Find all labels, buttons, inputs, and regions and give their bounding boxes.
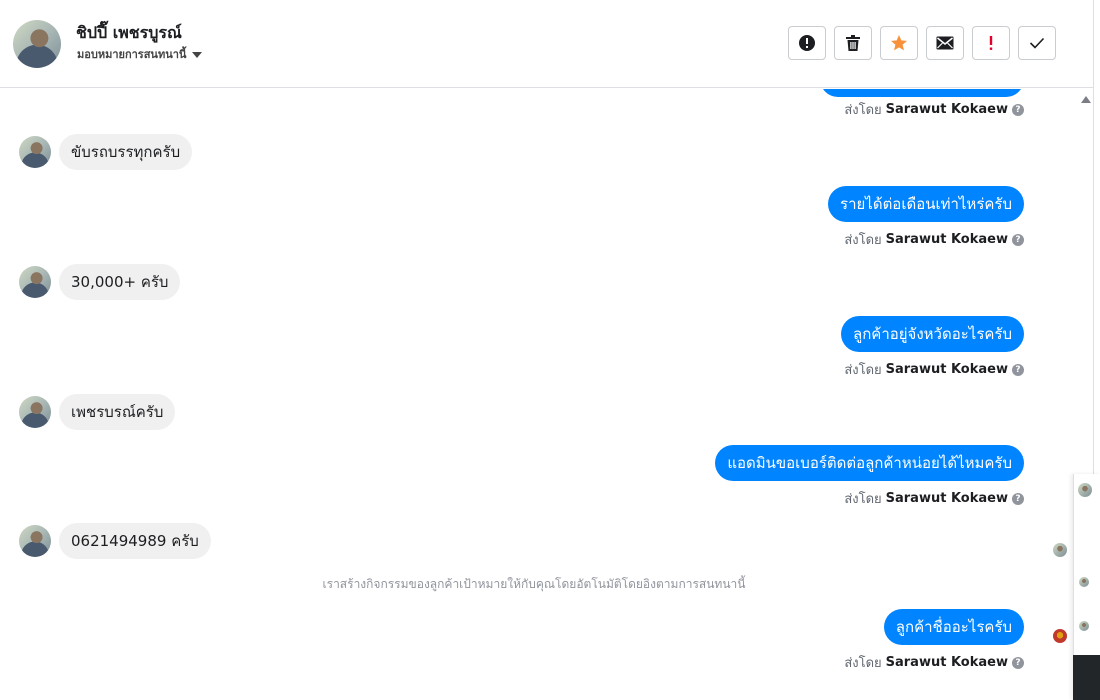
conversation-avatar[interactable] — [1078, 483, 1092, 497]
side-panel-footer — [1073, 655, 1100, 700]
seen-indicator-avatar — [1053, 543, 1067, 557]
chevron-down-icon — [192, 52, 203, 58]
agent-name: Sarawut Kokaew — [885, 362, 1008, 377]
star-button[interactable] — [880, 26, 918, 60]
contact-avatar-small — [19, 266, 51, 298]
contact-avatar-small — [19, 525, 51, 557]
sent-by-label: ส่งโดย Sarawut Kokaew ? — [844, 359, 1024, 380]
sent-by-prefix: ส่งโดย — [844, 233, 882, 248]
exclamation-icon — [989, 36, 993, 50]
message-bubble-incoming[interactable]: ขับรถบรรทุกครับ — [59, 134, 193, 170]
exclamation-circle-icon — [799, 35, 815, 51]
message-bubble-outgoing[interactable]: รายได้ต่อเดือนเท่าไหร่ครับ — [828, 186, 1024, 222]
message-bubble-outgoing[interactable]: ลูกค้าอยู่จังหวัดอะไรครับ — [841, 316, 1024, 352]
agent-name: Sarawut Kokaew — [885, 232, 1008, 247]
mark-done-button[interactable] — [1018, 26, 1056, 60]
conversation-avatar[interactable] — [1079, 621, 1089, 631]
follow-up-button[interactable] — [972, 26, 1010, 60]
agent-name: Sarawut Kokaew — [885, 655, 1008, 670]
scroll-up-arrow-icon[interactable] — [1081, 96, 1091, 103]
help-icon[interactable]: ? — [1012, 103, 1024, 116]
assign-label: มอบหมายการสนทนานี้ — [77, 48, 187, 61]
sent-by-label: ส่งโดย Sarawut Kokaew ? — [844, 652, 1024, 673]
message-bubble-incoming[interactable]: 0621494989 ครับ — [59, 523, 211, 559]
message-row-incoming: 30,000+ ครับ — [19, 264, 181, 300]
sent-by-prefix: ส่งโดย — [844, 656, 882, 671]
sent-by-prefix: ส่งโดย — [844, 103, 882, 118]
message-bubble-incoming[interactable]: เพชรบรณ์ครับ — [59, 394, 176, 430]
contact-avatar-small — [19, 396, 51, 428]
sent-by-prefix: ส่งโดย — [844, 492, 882, 507]
delete-button[interactable] — [834, 26, 872, 60]
star-icon — [891, 35, 907, 51]
message-bubble-outgoing[interactable]: แอดมินขอเบอร์ติดต่อลูกค้าหน่อยได้ไหมครับ — [715, 445, 1024, 481]
help-icon[interactable]: ? — [1012, 656, 1024, 669]
message-bubble-outgoing[interactable] — [820, 89, 1024, 97]
sent-by-label: ส่งโดย Sarawut Kokaew ? — [844, 99, 1024, 120]
agent-name: Sarawut Kokaew — [885, 102, 1008, 117]
conversation-toolbar — [788, 26, 1056, 60]
contact-avatar[interactable] — [13, 20, 61, 68]
agent-name: Sarawut Kokaew — [885, 491, 1008, 506]
conversation-header: ชิปปี๊ เพชรบูรณ์ มอบหมายการสนทนานี้ — [0, 0, 1094, 88]
message-thread[interactable]: ส่งโดย Sarawut Kokaew ? ขับรถบรรทุกครับ … — [0, 89, 1075, 700]
message-row-incoming: เพชรบรณ์ครับ — [19, 394, 176, 430]
message-bubble-incoming[interactable]: 30,000+ ครับ — [59, 264, 181, 300]
help-icon[interactable]: ? — [1012, 363, 1024, 376]
conversation-avatar[interactable] — [1079, 577, 1089, 587]
check-icon — [1029, 37, 1045, 49]
contact-avatar-small — [19, 136, 51, 168]
system-activity-note: เราสร้างกิจกรรมของลูกค้าเป้าหมายให้กับคุ… — [322, 577, 746, 591]
sent-by-label: ส่งโดย Sarawut Kokaew ? — [844, 488, 1024, 509]
help-icon[interactable]: ? — [1012, 233, 1024, 246]
message-bubble-outgoing[interactable]: ลูกค้าชื่ออะไรครับ — [883, 609, 1024, 645]
read-receipt-avatar — [1053, 629, 1067, 643]
spam-button[interactable] — [788, 26, 826, 60]
message-row-incoming: 0621494989 ครับ — [19, 523, 211, 559]
mark-unread-button[interactable] — [926, 26, 964, 60]
envelope-icon — [936, 36, 954, 50]
sent-by-label: ส่งโดย Sarawut Kokaew ? — [844, 229, 1024, 250]
message-row-incoming: ขับรถบรรทุกครับ — [19, 134, 193, 170]
contact-name[interactable]: ชิปปี๊ เพชรบูรณ์ — [76, 21, 182, 46]
help-icon[interactable]: ? — [1012, 492, 1024, 505]
assign-conversation-dropdown[interactable]: มอบหมายการสนทนานี้ — [77, 45, 203, 63]
sent-by-prefix: ส่งโดย — [844, 363, 882, 378]
trash-icon — [846, 35, 860, 51]
